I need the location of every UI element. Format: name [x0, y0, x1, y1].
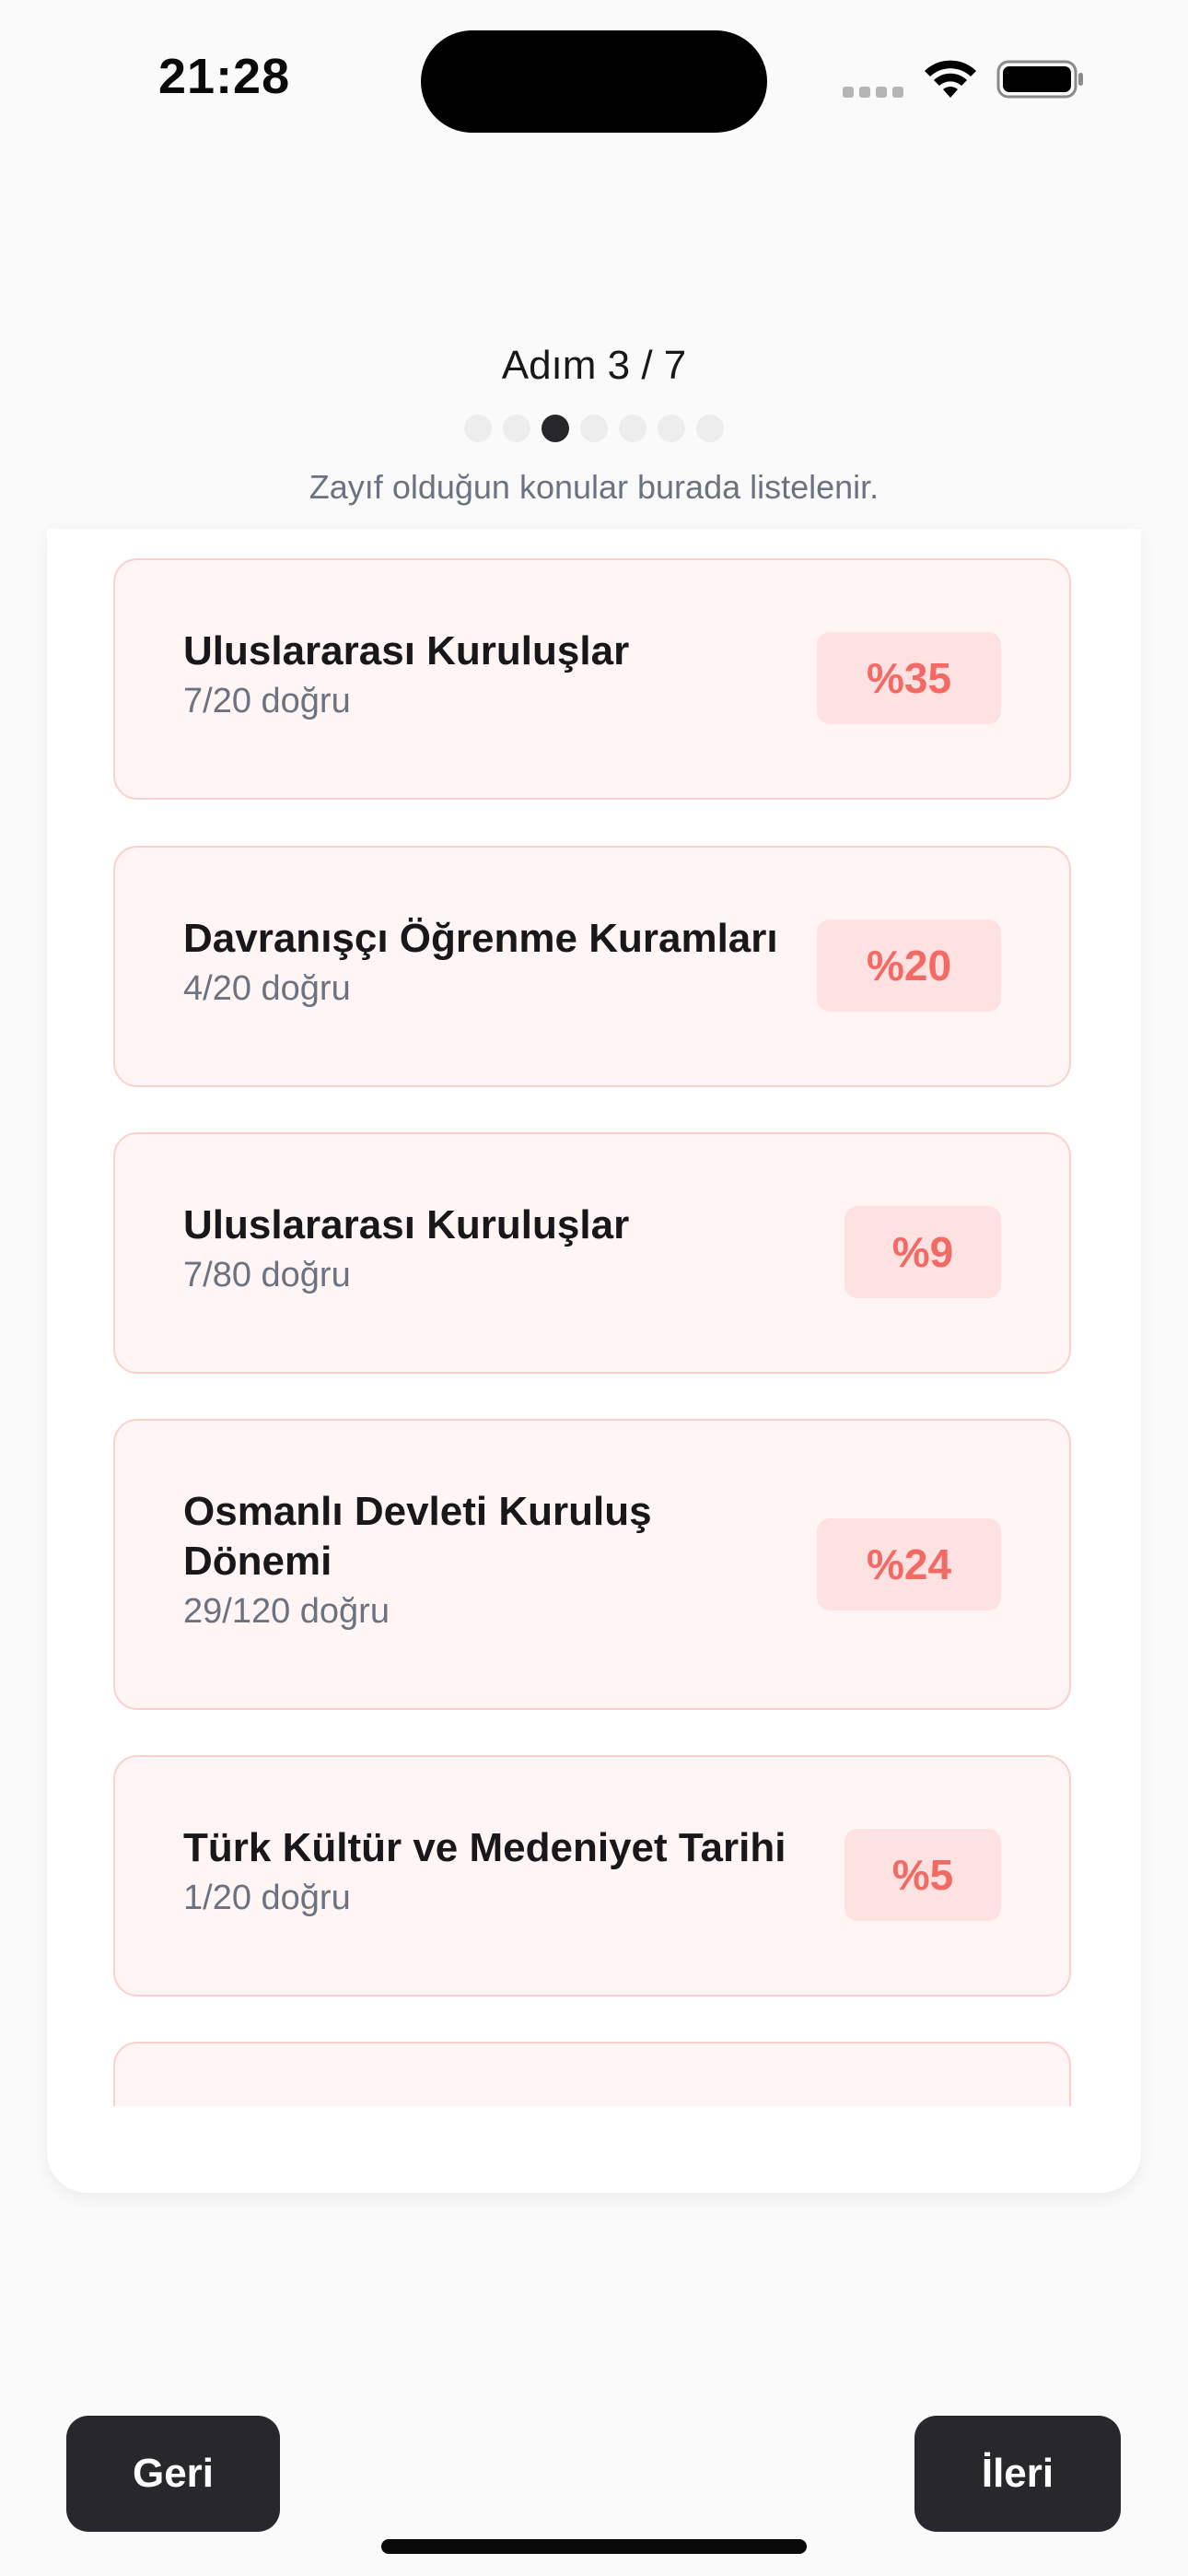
dynamic-island [421, 30, 767, 133]
topic-item: Davranışçı Öğrenme Kuramları 4/20 doğru … [113, 846, 1071, 1087]
step-indicator-label: Adım 3 / 7 [501, 343, 687, 388]
step-dot [503, 415, 530, 442]
home-indicator [381, 2539, 807, 2554]
status-time: 21:28 [158, 49, 291, 104]
step-description: Zayıf olduğun konular burada listelenir. [309, 468, 879, 506]
battery-icon [996, 60, 1083, 99]
step-dot-current [542, 415, 569, 442]
topic-percent-badge: %24 [817, 1518, 1001, 1610]
back-button[interactable]: Geri [66, 2416, 280, 2532]
topic-score: 29/120 doğru [183, 1592, 390, 1631]
status-bar: 21:28 [0, 0, 1188, 157]
step-dot [619, 415, 646, 442]
topic-item: Uluslararası Kuruluşlar 7/20 doğru %35 [113, 558, 1071, 800]
step-dot [658, 415, 685, 442]
topic-percent-badge: %9 [844, 1206, 1001, 1298]
topic-score: 1/20 doğru [183, 1879, 351, 1917]
topic-score: 7/80 doğru [183, 1256, 351, 1294]
topic-item: Osmanlı Devleti Kuruluş Dönemi 29/120 do… [113, 1419, 1071, 1710]
topic-name: Türk Kültür ve Medeniyet Tarihi [183, 1825, 786, 1870]
topic-item-partial [113, 2042, 1071, 2106]
topic-score: 4/20 doğru [183, 969, 351, 1008]
wifi-icon [925, 60, 976, 98]
topic-name: Davranışçı Öğrenme Kuramları [183, 916, 778, 961]
topic-percent-badge: %35 [817, 632, 1001, 724]
cellular-signal-icon [843, 87, 905, 100]
weak-topics-list[interactable]: Uluslararası Kuruluşlar 7/20 doğru %35 D… [113, 558, 1075, 2106]
weak-topics-card: Uluslararası Kuruluşlar 7/20 doğru %35 D… [47, 529, 1141, 2193]
topic-name: Uluslararası Kuruluşlar [183, 1202, 630, 1247]
topic-name: Osmanlı Devleti Kuruluş Dönemi [183, 1489, 652, 1584]
step-dot [696, 415, 724, 442]
next-button[interactable]: İleri [914, 2416, 1121, 2532]
topic-name: Uluslararası Kuruluşlar [183, 628, 630, 673]
topic-item: Uluslararası Kuruluşlar 7/80 doğru %9 [113, 1132, 1071, 1374]
topic-item: Türk Kültür ve Medeniyet Tarihi 1/20 doğ… [113, 1755, 1071, 1996]
topic-percent-badge: %20 [817, 919, 1001, 1012]
step-dot [464, 415, 492, 442]
topic-score: 7/20 doğru [183, 682, 351, 720]
step-dot [580, 415, 608, 442]
topic-percent-badge: %5 [844, 1829, 1001, 1921]
step-progress-dots [464, 415, 724, 442]
